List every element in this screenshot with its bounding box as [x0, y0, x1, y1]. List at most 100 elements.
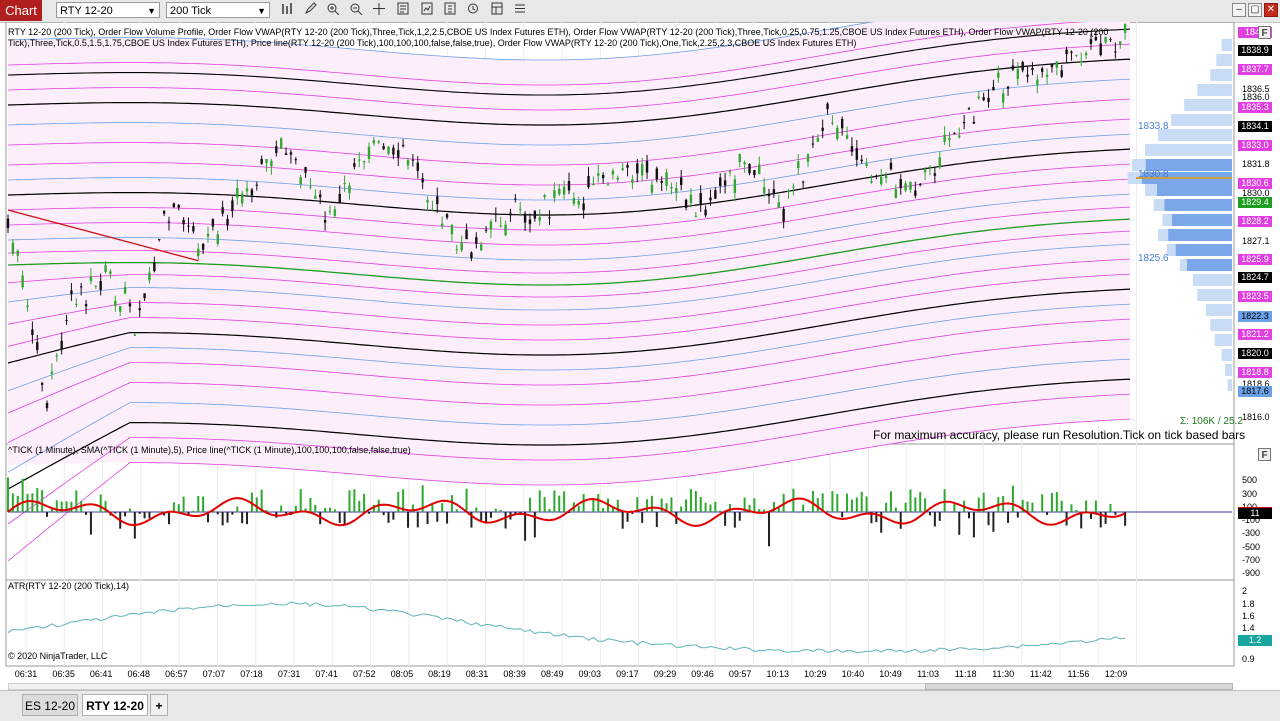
- tick-bar: [1017, 512, 1019, 517]
- time-axis-label: 06:41: [90, 669, 113, 679]
- tick-bar: [324, 508, 326, 512]
- price-badge: 1818.8: [1238, 367, 1272, 378]
- tab-rty-12-20[interactable]: RTY 12-20: [82, 694, 148, 716]
- atr-current-badge: 1.2: [1238, 635, 1272, 646]
- volume-profile-bar: [1193, 274, 1232, 286]
- price-candle: [509, 213, 511, 214]
- tick-bar: [861, 492, 863, 512]
- tick-bar: [441, 503, 443, 512]
- price-candle: [95, 286, 97, 287]
- price-candle: [158, 239, 160, 240]
- zoom-out-icon[interactable]: [347, 2, 365, 19]
- tick-bar: [314, 505, 316, 512]
- price-candle: [329, 211, 331, 212]
- price-candle: [1075, 55, 1077, 56]
- bars-icon[interactable]: [279, 2, 297, 19]
- tick-bar: [548, 509, 550, 512]
- price-candle: [212, 219, 214, 226]
- chart-canvas[interactable]: [0, 22, 1280, 690]
- price-candle: [539, 217, 541, 220]
- price-candle: [387, 147, 389, 154]
- minimize-button[interactable]: –: [1232, 3, 1246, 17]
- tick-bar: [558, 496, 560, 512]
- price-candle: [460, 242, 462, 250]
- time-axis-label: 07:41: [315, 669, 338, 679]
- price-candle: [295, 159, 297, 160]
- tick-bar: [358, 501, 360, 512]
- price-candle: [260, 159, 262, 164]
- tick-panel-f-button[interactable]: F: [1258, 448, 1271, 461]
- draw-pencil-icon[interactable]: [302, 2, 320, 19]
- zoom-in-icon[interactable]: [324, 2, 342, 19]
- price-candle: [636, 163, 638, 173]
- price-candle: [856, 148, 858, 160]
- price-candle: [231, 200, 233, 211]
- volume-profile-bar: [1222, 349, 1232, 361]
- price-candle: [134, 335, 136, 336]
- price-badge: 1830.6: [1238, 178, 1272, 189]
- price-candle: [831, 123, 833, 124]
- tick-axis-label: -700: [1242, 555, 1260, 565]
- tick-bar: [909, 489, 911, 512]
- tick-bar: [217, 512, 219, 514]
- tick-bar: [905, 503, 907, 512]
- tick-bar: [168, 512, 170, 524]
- tick-bar: [934, 512, 936, 526]
- list-icon[interactable]: [511, 2, 529, 19]
- tick-bar: [1031, 503, 1033, 512]
- tick-bar: [392, 512, 394, 520]
- instrument-selector[interactable]: RTY 12-20 ▼: [56, 2, 160, 18]
- price-candle: [148, 273, 150, 281]
- chart-trader-icon[interactable]: [441, 2, 459, 19]
- tick-bar: [173, 502, 175, 512]
- tick-bar: [192, 511, 194, 512]
- tick-bar: [831, 491, 833, 512]
- price-axis-label: 1827.1: [1242, 236, 1270, 246]
- price-candle: [802, 182, 804, 183]
- price-candle: [631, 179, 633, 183]
- price-candle: [582, 204, 584, 211]
- price-candle: [758, 164, 760, 173]
- price-badge: 1817.6: [1238, 386, 1272, 397]
- add-tab-button[interactable]: +: [150, 694, 168, 716]
- price-badge: 1829.4: [1238, 197, 1272, 208]
- close-button[interactable]: ✕: [1264, 3, 1278, 17]
- price-candle: [963, 122, 965, 123]
- tick-bar: [41, 490, 43, 512]
- tick-bar: [836, 494, 838, 512]
- scrollbar-thumb[interactable]: [925, 683, 1233, 690]
- strategy-icon[interactable]: [418, 2, 436, 19]
- price-candle: [163, 211, 165, 214]
- price-candle: [568, 181, 570, 191]
- maximize-button[interactable]: ▢: [1248, 3, 1262, 17]
- price-candle: [60, 341, 62, 349]
- tick-bar: [563, 491, 565, 512]
- time-axis-label: 09:17: [616, 669, 639, 679]
- tick-bar: [475, 507, 477, 512]
- price-candle: [592, 184, 594, 186]
- tick-bar: [841, 512, 843, 517]
- data-box-icon[interactable]: [464, 2, 482, 19]
- crosshair-icon[interactable]: [370, 2, 388, 19]
- price-candle: [909, 182, 911, 190]
- atr-panel-frame: [6, 580, 1234, 666]
- price-candle: [602, 175, 604, 178]
- tick-bar: [466, 489, 468, 512]
- price-candle: [982, 97, 984, 100]
- properties-icon[interactable]: [394, 2, 412, 19]
- price-candle: [153, 262, 155, 271]
- panel-f-button[interactable]: F: [1258, 26, 1271, 39]
- price-candle: [470, 252, 472, 258]
- interval-selector[interactable]: 200 Tick ▼: [166, 2, 270, 18]
- tick-bar: [7, 478, 9, 512]
- price-candle: [660, 181, 662, 183]
- price-candle: [529, 220, 531, 225]
- price-candle: [70, 290, 72, 294]
- templates-icon[interactable]: [488, 2, 506, 19]
- price-candle: [46, 403, 48, 408]
- price-candle: [456, 249, 458, 250]
- price-candle: [197, 249, 199, 256]
- tab-es-12-20[interactable]: ES 12-20: [22, 694, 78, 716]
- price-candle: [680, 177, 682, 185]
- tick-bar: [724, 512, 726, 526]
